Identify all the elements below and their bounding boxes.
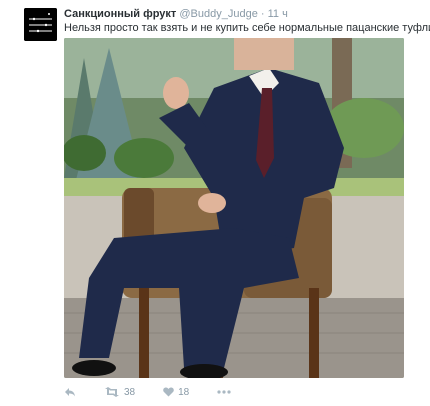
more-button[interactable] — [217, 390, 231, 394]
like-count: 18 — [178, 386, 190, 398]
like-button[interactable]: 18 — [163, 387, 189, 398]
photo-illustration — [64, 38, 404, 378]
retweet-count: 38 — [124, 386, 136, 398]
avatar-image — [24, 8, 57, 41]
timestamp[interactable]: 11 ч — [268, 8, 288, 20]
retweet-icon — [105, 387, 119, 397]
heart-icon — [163, 387, 174, 397]
tweet-actions: 38 18 — [64, 384, 324, 400]
avatar[interactable] — [24, 8, 57, 41]
tweet-card: Санкционный фрукт @Buddy_Judge · 11 ч Не… — [0, 0, 430, 406]
separator: · — [260, 8, 265, 20]
reply-button[interactable] — [64, 387, 76, 397]
tweet-photo[interactable] — [64, 38, 404, 378]
retweet-button[interactable]: 38 — [104, 387, 135, 398]
author-handle[interactable]: @Buddy_Judge — [179, 8, 257, 20]
reply-icon — [65, 388, 75, 397]
more-icon — [217, 390, 231, 394]
tweet-text: Нельзя просто так взять и не купить себе… — [64, 22, 430, 34]
tweet-header: Санкционный фрукт @Buddy_Judge · 11 ч — [64, 7, 288, 21]
author-name[interactable]: Санкционный фрукт — [64, 8, 176, 20]
